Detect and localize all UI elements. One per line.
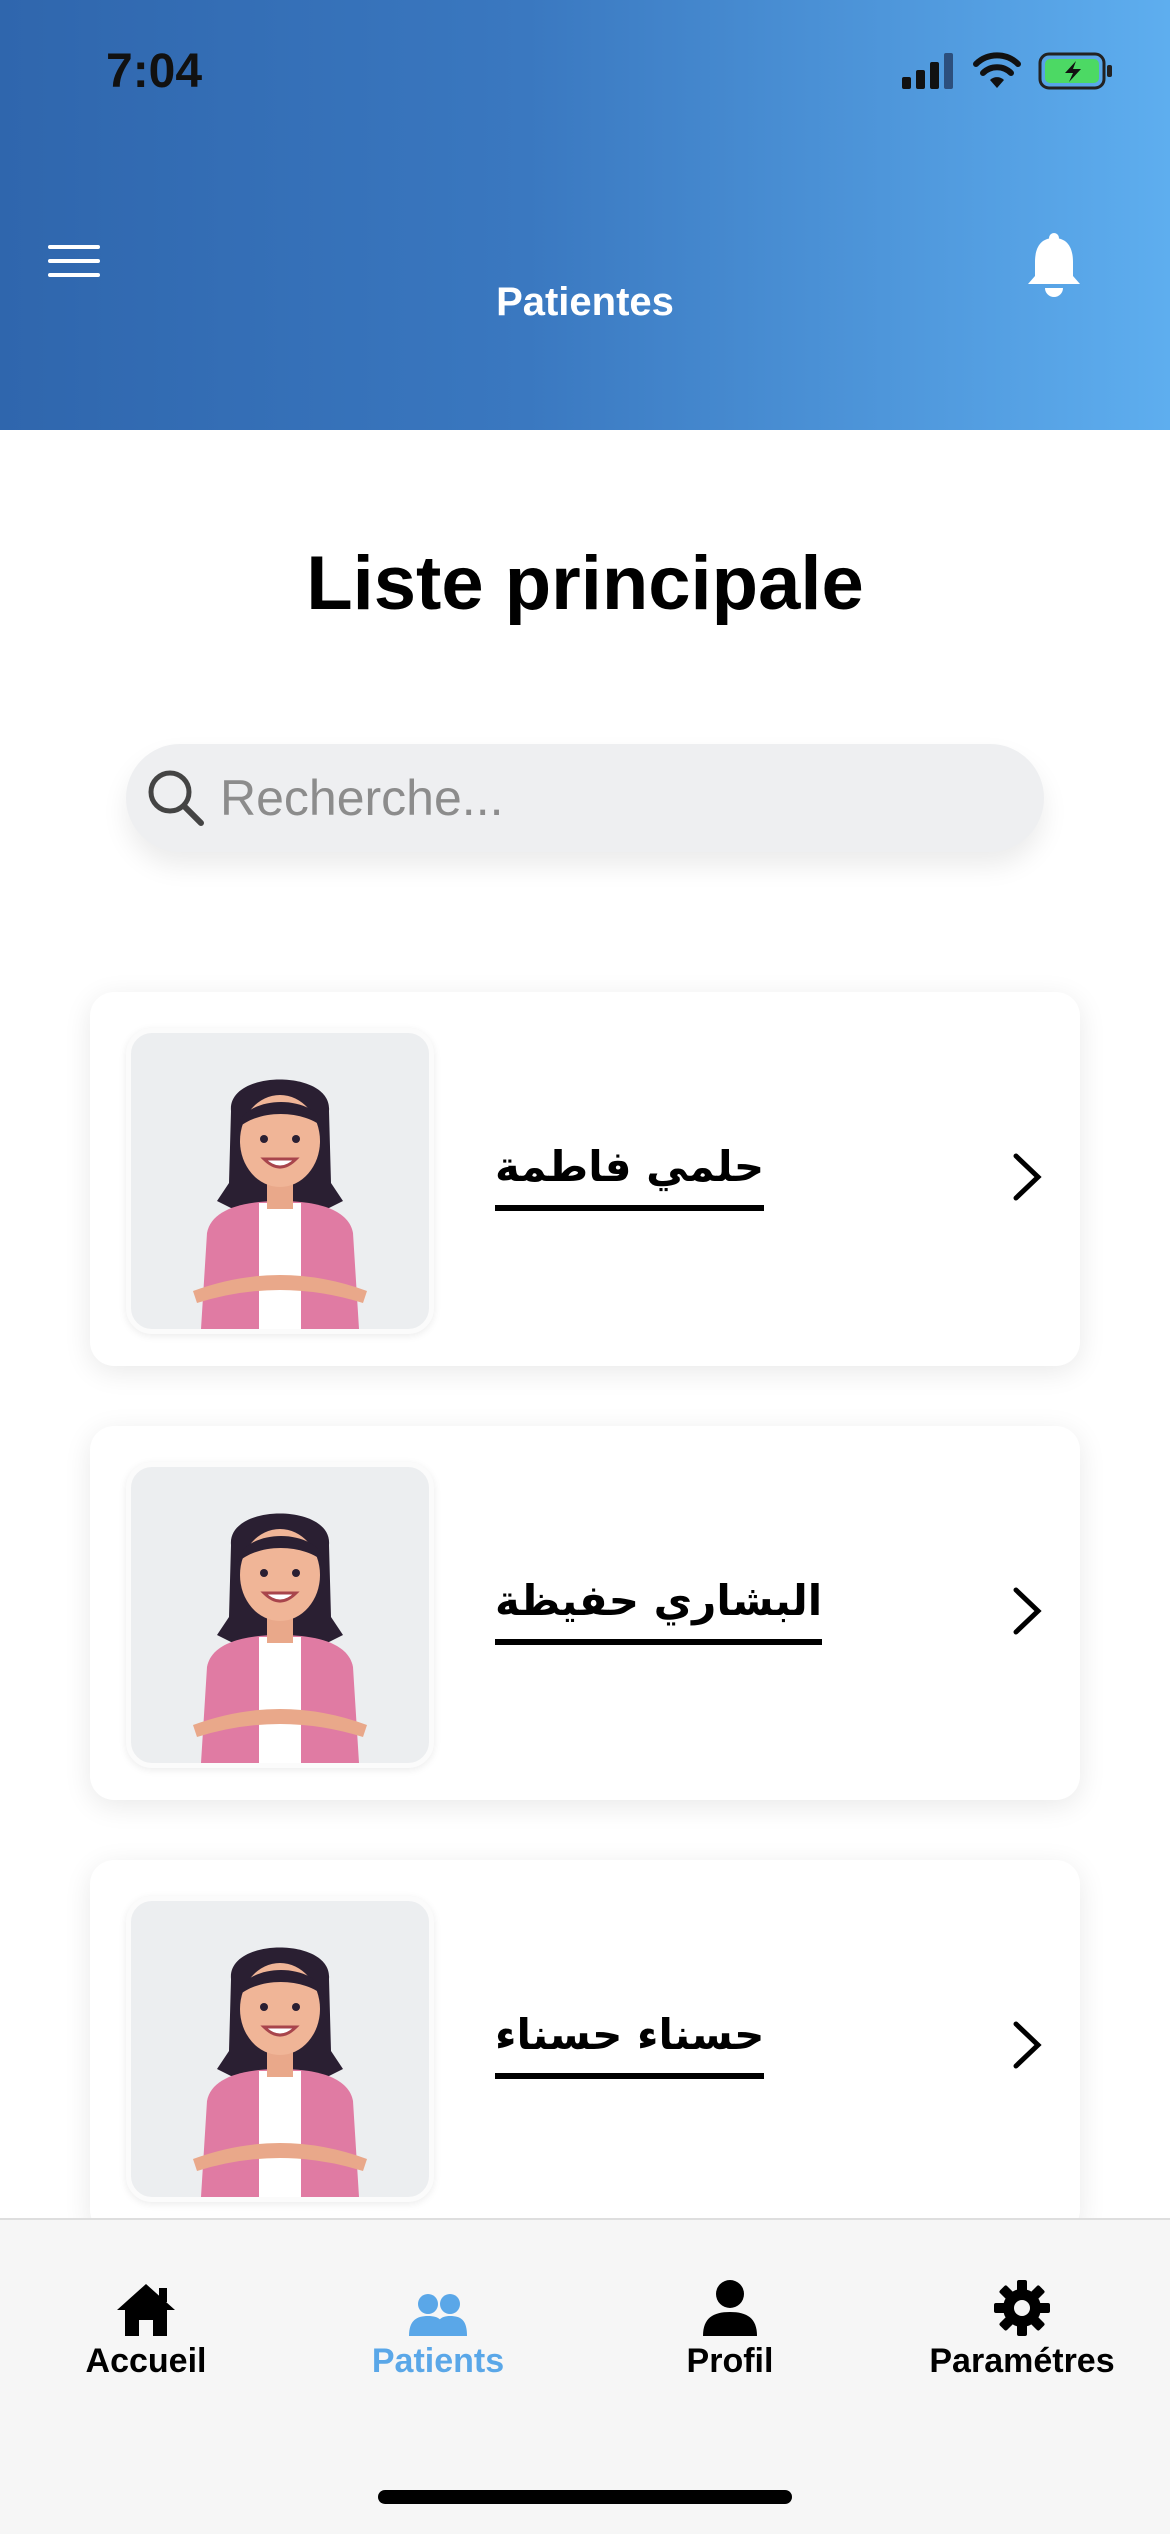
woman-avatar-icon [193,1513,367,1763]
chevron-right-icon[interactable] [1010,1586,1044,1636]
search-bar[interactable] [126,744,1044,852]
status-icons [902,52,1114,90]
wifi-icon [973,52,1021,88]
home-indicator [378,2490,792,2504]
tab-label: Accueil [85,2342,207,2380]
search-input[interactable] [218,768,982,828]
hamburger-menu-icon [48,245,100,249]
patient-name[interactable]: حلمي فاطمة [495,1142,765,1211]
page-title: Liste principale [306,541,864,626]
tab-parametres[interactable]: Paramétres [876,2276,1168,2381]
home-icon [117,2284,175,2336]
signal-icon [902,53,953,89]
battery-icon [1038,52,1112,90]
patient-card[interactable]: حلمي فاطمة [90,992,1080,1366]
woman-avatar-icon [193,1079,367,1329]
patient-avatar [126,1462,434,1768]
patient-name[interactable]: البشاري حفيظة [495,1576,823,1645]
chevron-right-icon[interactable] [1010,1152,1044,1202]
gear-icon [994,2280,1050,2336]
tab-accueil[interactable]: Accueil [0,2276,292,2381]
patient-card[interactable]: حسناء حسناء [90,1860,1080,2234]
user-icon [703,2280,757,2336]
tab-label: Paramétres [929,2342,1115,2380]
status-time: 7:04 [106,45,203,98]
tab-label: Profil [686,2342,774,2380]
header-title: Patientes [496,280,674,324]
header: 7:04 Patientes [0,0,1170,430]
patient-card[interactable]: البشاري حفيظة [90,1426,1080,1800]
patient-name[interactable]: حسناء حسناء [495,2010,765,2079]
patient-avatar [126,1028,434,1334]
chevron-right-icon[interactable] [1010,2020,1044,2070]
search-icon [148,770,204,826]
tab-profil[interactable]: Profil [584,2276,876,2381]
hamburger-menu-button[interactable] [48,245,100,285]
tab-patients[interactable]: Patients [292,2276,584,2381]
patient-avatar [126,1896,434,2202]
woman-avatar-icon [193,1947,367,2197]
tab-bar: Accueil Patients Profil Paramétres [0,2218,1170,2534]
bell-icon[interactable] [1026,232,1082,298]
patient-list: حلمي فاطمة البشاري حفيظة حسناء حسناء [90,992,1080,2294]
users-icon [409,2294,467,2336]
tab-label: Patients [371,2342,505,2380]
